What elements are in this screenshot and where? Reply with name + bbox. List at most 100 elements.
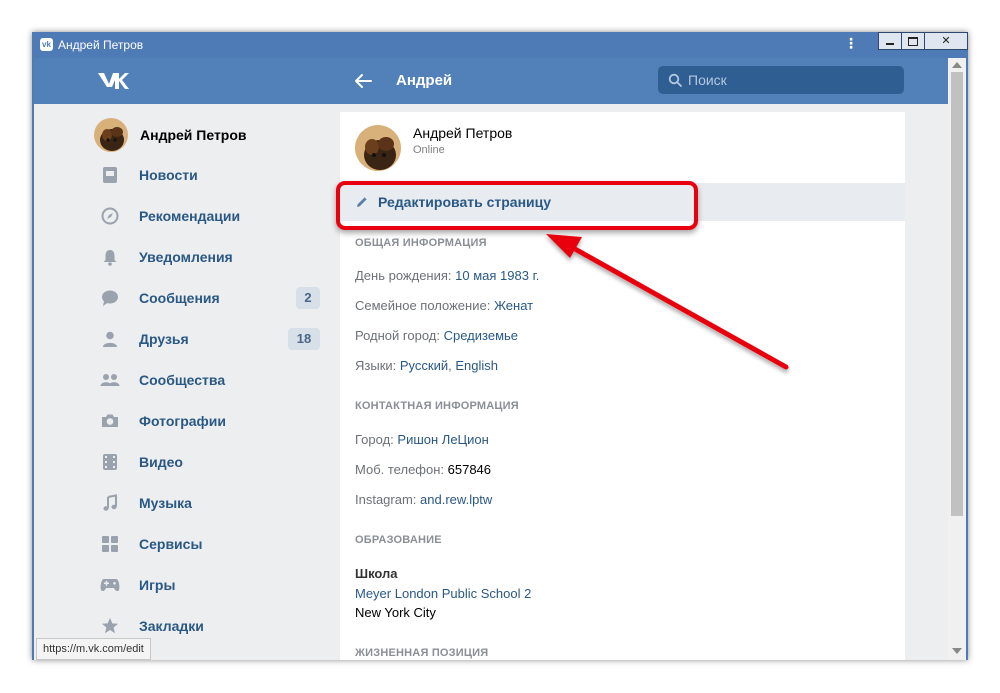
profile-name: Андрей Петров bbox=[413, 125, 513, 141]
sidebar-item-label: Рекомендации bbox=[139, 208, 241, 224]
sidebar-item-photos[interactable]: Фотографии bbox=[100, 406, 320, 436]
hometown-row: Родной город: Средиземье bbox=[355, 328, 518, 343]
profile-content: Андрей Петров Online Редактировать стран… bbox=[336, 112, 905, 660]
sidebar-item-games[interactable]: Игры bbox=[100, 570, 320, 600]
camera-icon bbox=[100, 411, 120, 431]
bell-icon bbox=[100, 247, 120, 267]
app-window: vk Андрей Петров ⋮ ✕ Андрей Поиск Андрей… bbox=[32, 32, 968, 660]
sidebar-item-label: Игры bbox=[139, 577, 176, 593]
search-icon bbox=[668, 73, 682, 87]
scroll-thumb[interactable] bbox=[951, 72, 963, 516]
sidebar-item-label: Уведомления bbox=[139, 249, 233, 265]
section-education-heading: ОБРАЗОВАНИЕ bbox=[355, 534, 442, 546]
sidebar-item-label: Друзья bbox=[139, 331, 189, 347]
friends-count-badge: 18 bbox=[288, 328, 320, 350]
birthday-row: День рождения: 10 мая 1983 г. bbox=[355, 268, 539, 283]
close-button[interactable]: ✕ bbox=[924, 32, 968, 50]
sidebar-item-label: Фотографии bbox=[139, 413, 227, 429]
title-bar: vk Андрей Петров ⋮ ✕ bbox=[32, 32, 968, 58]
sidebar-item-messages[interactable]: Сообщения 2 bbox=[100, 283, 320, 313]
section-contact-heading: КОНТАКТНАЯ ИНФОРМАЦИЯ bbox=[355, 400, 519, 412]
annotation-highlight-box bbox=[336, 181, 698, 230]
more-menu-icon[interactable]: ⋮ bbox=[844, 35, 858, 52]
person-icon bbox=[100, 329, 120, 349]
scroll-down-icon[interactable] bbox=[952, 648, 962, 654]
sidebar-profile[interactable]: Андрей Петров bbox=[94, 118, 247, 152]
language-link-russian[interactable]: Русский bbox=[400, 358, 448, 373]
vk-logo-icon[interactable] bbox=[96, 70, 130, 92]
sidebar-item-label: Сервисы bbox=[139, 536, 203, 552]
language-link-english[interactable]: English bbox=[455, 358, 498, 373]
phone-row: Моб. телефон: 657846 bbox=[355, 462, 491, 477]
instagram-link[interactable]: and.rew.lptw bbox=[420, 492, 492, 507]
avatar bbox=[94, 118, 128, 152]
marital-label: Семейное положение: bbox=[355, 298, 491, 313]
languages-label: Языки: bbox=[355, 358, 397, 373]
languages-row: Языки: Русский, English bbox=[355, 358, 498, 373]
maximize-icon bbox=[908, 36, 918, 46]
sidebar-item-label: Сообщения bbox=[139, 290, 220, 306]
sidebar-item-label: Музыка bbox=[139, 495, 192, 511]
sidebar-item-bookmarks[interactable]: Закладки bbox=[100, 611, 320, 641]
sidebar-item-notifications[interactable]: Уведомления bbox=[100, 242, 320, 272]
status-url: https://m.vk.com/edit bbox=[36, 638, 151, 660]
sidebar-item-video[interactable]: Видео bbox=[100, 447, 320, 477]
hometown-label: Родной город: bbox=[355, 328, 440, 343]
birthday-link[interactable]: 10 мая 1983 г. bbox=[455, 268, 539, 283]
instagram-label: Instagram: bbox=[355, 492, 417, 507]
birthday-label: День рождения: bbox=[355, 268, 452, 283]
instagram-row: Instagram: and.rew.lptw bbox=[355, 492, 492, 507]
school-heading: Школа bbox=[355, 566, 398, 581]
sidebar-item-recommendations[interactable]: Рекомендации bbox=[100, 201, 320, 231]
group-icon bbox=[100, 370, 120, 390]
sidebar-item-communities[interactable]: Сообщества bbox=[100, 365, 320, 395]
sidebar-item-music[interactable]: Музыка bbox=[100, 488, 320, 518]
sidebar-item-label: Закладки bbox=[139, 618, 204, 634]
app-logo-icon: vk bbox=[40, 38, 53, 51]
page-title: Андрей bbox=[396, 72, 453, 89]
profile-avatar[interactable] bbox=[355, 125, 401, 171]
sidebar-item-label: Сообщества bbox=[139, 372, 226, 388]
section-life-heading: ЖИЗНЕННАЯ ПОЗИЦИЯ bbox=[355, 647, 489, 659]
minimize-icon bbox=[886, 43, 894, 45]
sidebar-item-services[interactable]: Сервисы bbox=[100, 529, 320, 559]
maximize-button[interactable] bbox=[901, 32, 925, 50]
sidebar-item-label: Видео bbox=[139, 454, 183, 470]
window-title: Андрей Петров bbox=[58, 38, 144, 52]
marital-row: Семейное положение: Женат bbox=[355, 298, 533, 313]
phone-label: Моб. телефон: bbox=[355, 462, 445, 477]
search-placeholder: Поиск bbox=[688, 72, 727, 88]
search-input[interactable]: Поиск bbox=[658, 66, 904, 94]
sidebar-item-news[interactable]: Новости bbox=[100, 160, 320, 190]
sidebar-profile-name: Андрей Петров bbox=[140, 127, 247, 143]
scroll-up-icon[interactable] bbox=[952, 62, 962, 68]
sidebar-item-label: Новости bbox=[139, 167, 198, 183]
section-general-heading: ОБЩАЯ ИНФОРМАЦИЯ bbox=[355, 237, 487, 249]
compass-icon bbox=[100, 206, 120, 226]
scrollbar[interactable] bbox=[948, 58, 966, 660]
minimize-button[interactable] bbox=[878, 32, 902, 50]
top-header: Андрей Поиск bbox=[34, 58, 948, 104]
sidebar-item-friends[interactable]: Друзья 18 bbox=[100, 324, 320, 354]
window-controls: ✕ bbox=[878, 32, 968, 50]
news-icon bbox=[100, 165, 120, 185]
music-note-icon bbox=[100, 493, 120, 513]
city-label: Город: bbox=[355, 432, 394, 447]
messages-count-badge: 2 bbox=[296, 287, 320, 309]
grid-icon bbox=[100, 534, 120, 554]
marital-link[interactable]: Женат bbox=[494, 298, 533, 313]
close-icon: ✕ bbox=[941, 34, 951, 47]
edit-page-button[interactable]: Редактировать страницу bbox=[336, 181, 905, 230]
school-link[interactable]: Meyer London Public School 2 bbox=[355, 586, 531, 601]
city-row: Город: Ришон ЛеЦион bbox=[355, 432, 489, 447]
online-status: Online bbox=[413, 144, 445, 156]
city-link[interactable]: Ришон ЛеЦион bbox=[397, 432, 488, 447]
back-arrow-icon[interactable] bbox=[354, 72, 372, 90]
phone-value: 657846 bbox=[447, 462, 492, 477]
film-icon bbox=[100, 452, 120, 472]
message-icon bbox=[100, 288, 120, 308]
hometown-link[interactable]: Средиземье bbox=[444, 328, 518, 343]
gamepad-icon bbox=[100, 575, 120, 595]
school-city: New York City bbox=[355, 605, 436, 620]
star-icon bbox=[100, 616, 120, 636]
